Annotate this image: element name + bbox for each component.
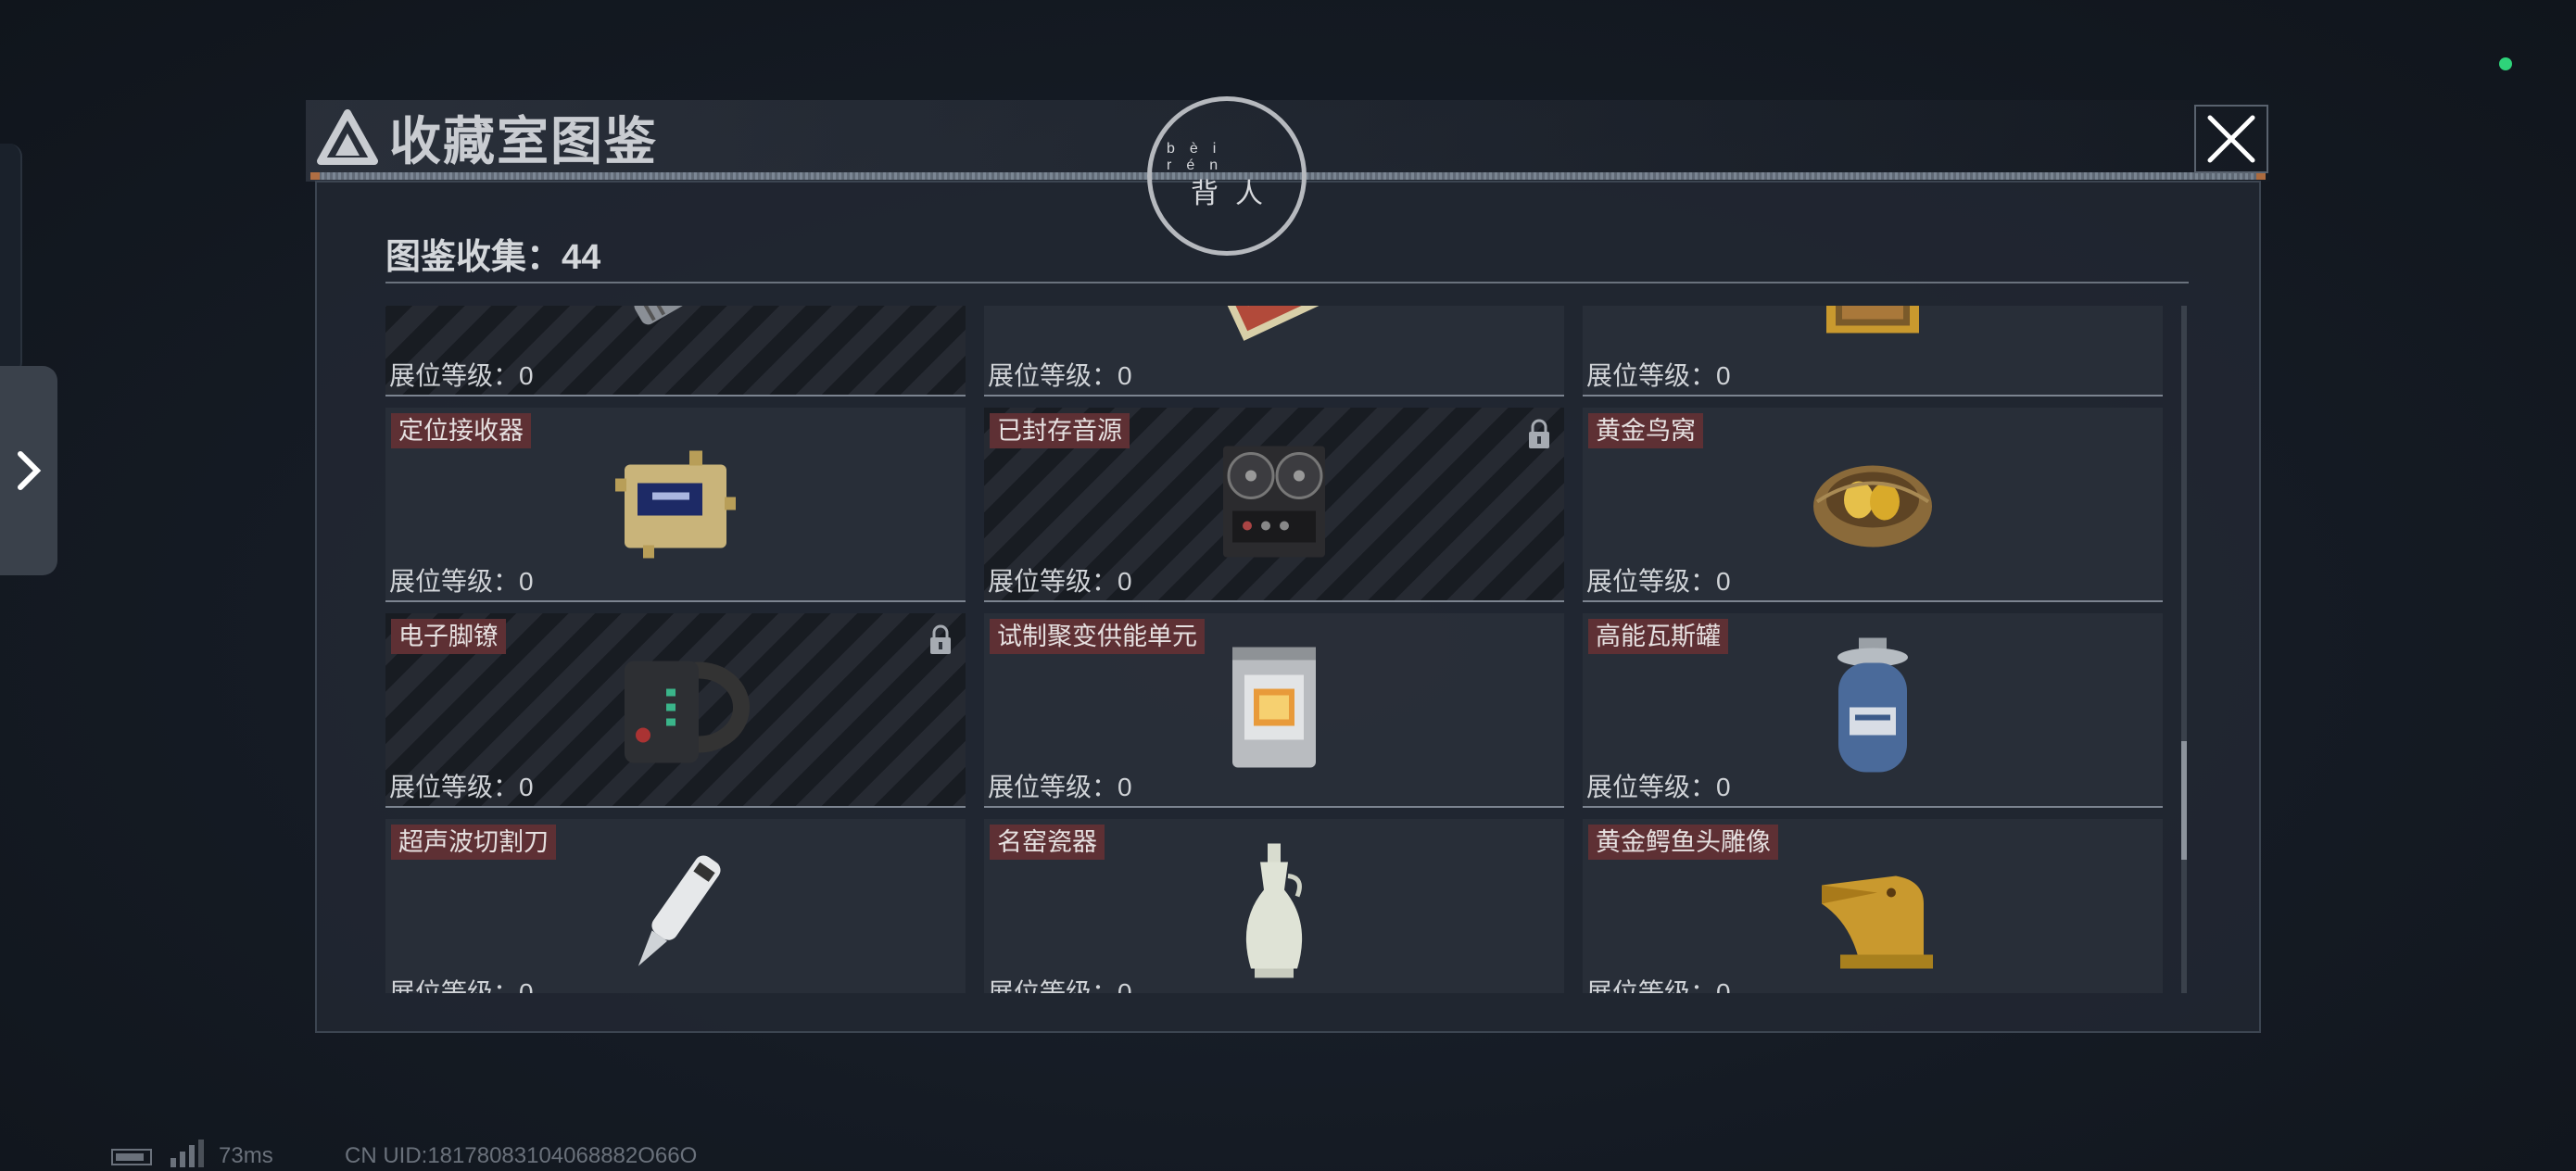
ultrasonic-cutter-icon bbox=[611, 839, 740, 992]
triangle-logo-icon bbox=[317, 109, 378, 165]
exhibit-name: 名窑瓷器 bbox=[990, 825, 1105, 860]
exhibit-name: 高能瓦斯罐 bbox=[1588, 619, 1728, 654]
exhibit-name: 电子脚镣 bbox=[391, 619, 506, 654]
scrollbar-thumb[interactable] bbox=[2181, 741, 2187, 860]
exhibit-level: 展位等级：0 bbox=[389, 773, 534, 801]
porcelain-vase-icon bbox=[1232, 839, 1316, 992]
exhibit-cell[interactable]: 展位等级：0 bbox=[385, 306, 966, 397]
signal-icon bbox=[170, 1140, 204, 1167]
exhibit-name: 超声波切割刀 bbox=[391, 825, 556, 860]
exhibit-level: 展位等级：0 bbox=[1586, 361, 1731, 390]
page-title: 收藏室图鉴 bbox=[389, 111, 658, 170]
flashlight-icon bbox=[615, 306, 736, 343]
close-icon bbox=[2207, 115, 2255, 163]
chevron-right-icon bbox=[18, 451, 42, 490]
book-icon bbox=[1209, 306, 1339, 347]
gas-tank-icon bbox=[1822, 634, 1924, 787]
fusion-unit-icon bbox=[1219, 638, 1330, 782]
exhibit-level: 展位等级：0 bbox=[389, 567, 534, 596]
count-divider bbox=[385, 282, 2189, 283]
expand-sidebar-button[interactable] bbox=[0, 366, 57, 575]
ring-label: 背人 bbox=[1191, 179, 1280, 209]
exhibit-cell[interactable]: 电子脚镣展位等级：0 bbox=[385, 613, 966, 808]
side-panel-edge bbox=[0, 144, 22, 375]
golden-croc-statue-icon bbox=[1803, 849, 1942, 983]
lock-icon bbox=[1529, 419, 1549, 448]
exhibit-cell[interactable]: 定位接收器展位等级：0 bbox=[385, 408, 966, 602]
exhibit-level: 展位等级：0 bbox=[389, 978, 534, 993]
exhibit-cell[interactable]: 已封存音源展位等级：0 bbox=[984, 408, 1564, 602]
exhibit-name: 试制聚变供能单元 bbox=[990, 619, 1205, 654]
lock-icon bbox=[930, 624, 951, 654]
ankle-monitor-icon bbox=[601, 643, 750, 777]
exhibit-level: 展位等级：0 bbox=[389, 361, 534, 390]
exhibit-cell[interactable]: 高能瓦斯罐展位等级：0 bbox=[1583, 613, 2163, 808]
receiver-icon bbox=[606, 442, 745, 567]
scrollbar[interactable] bbox=[2181, 306, 2187, 993]
panel-header: 收藏室图鉴 bbox=[317, 100, 658, 174]
exhibit-cell[interactable]: 展位等级：0 bbox=[1583, 306, 2163, 397]
ping-readout: 73ms bbox=[219, 1143, 273, 1168]
exhibit-name: 黄金鳄鱼头雕像 bbox=[1588, 825, 1778, 860]
exhibit-name: 定位接收器 bbox=[391, 413, 531, 448]
exhibit-level: 展位等级：0 bbox=[988, 978, 1132, 993]
exhibit-cell[interactable]: 展位等级：0 bbox=[984, 306, 1564, 397]
collection-count: 图鉴收集：44 bbox=[385, 238, 601, 277]
exhibit-cell[interactable]: 黄金鸟窝展位等级：0 bbox=[1583, 408, 2163, 602]
uid-readout: CN UID:18178083104068882O66O bbox=[345, 1143, 698, 1168]
exhibit-level: 展位等级：0 bbox=[988, 567, 1132, 596]
framed-painting-icon bbox=[1812, 306, 1933, 343]
online-status-dot bbox=[2499, 57, 2512, 70]
backpack-ring-button[interactable]: bèi rén 背人 bbox=[1147, 96, 1307, 256]
tape-recorder-icon bbox=[1205, 437, 1344, 572]
battery-icon bbox=[111, 1149, 152, 1165]
golden-nest-icon bbox=[1803, 447, 1942, 562]
exhibit-level: 展位等级：0 bbox=[1586, 567, 1731, 596]
exhibit-name: 黄金鸟窝 bbox=[1588, 413, 1703, 448]
exhibit-cell[interactable]: 黄金鳄鱼头雕像展位等级：0 bbox=[1583, 819, 2163, 993]
exhibit-level: 展位等级：0 bbox=[988, 361, 1132, 390]
exhibit-cell[interactable]: 名窑瓷器展位等级：0 bbox=[984, 819, 1564, 993]
ring-pinyin: bèi rén bbox=[1167, 141, 1233, 173]
exhibit-cell[interactable]: 超声波切割刀展位等级：0 bbox=[385, 819, 966, 993]
exhibit-cell[interactable]: 试制聚变供能单元展位等级：0 bbox=[984, 613, 1564, 808]
exhibit-level: 展位等级：0 bbox=[988, 773, 1132, 801]
exhibit-level: 展位等级：0 bbox=[1586, 978, 1731, 993]
exhibit-level: 展位等级：0 bbox=[1586, 773, 1731, 801]
exhibit-grid[interactable]: 展位等级：0 展位等级：0 展位等级：0 定位接收器 展位等级：0 已封存音源 展位等级：0… bbox=[385, 306, 2168, 993]
exhibit-name: 已封存音源 bbox=[990, 413, 1130, 448]
close-button[interactable] bbox=[2194, 105, 2268, 173]
